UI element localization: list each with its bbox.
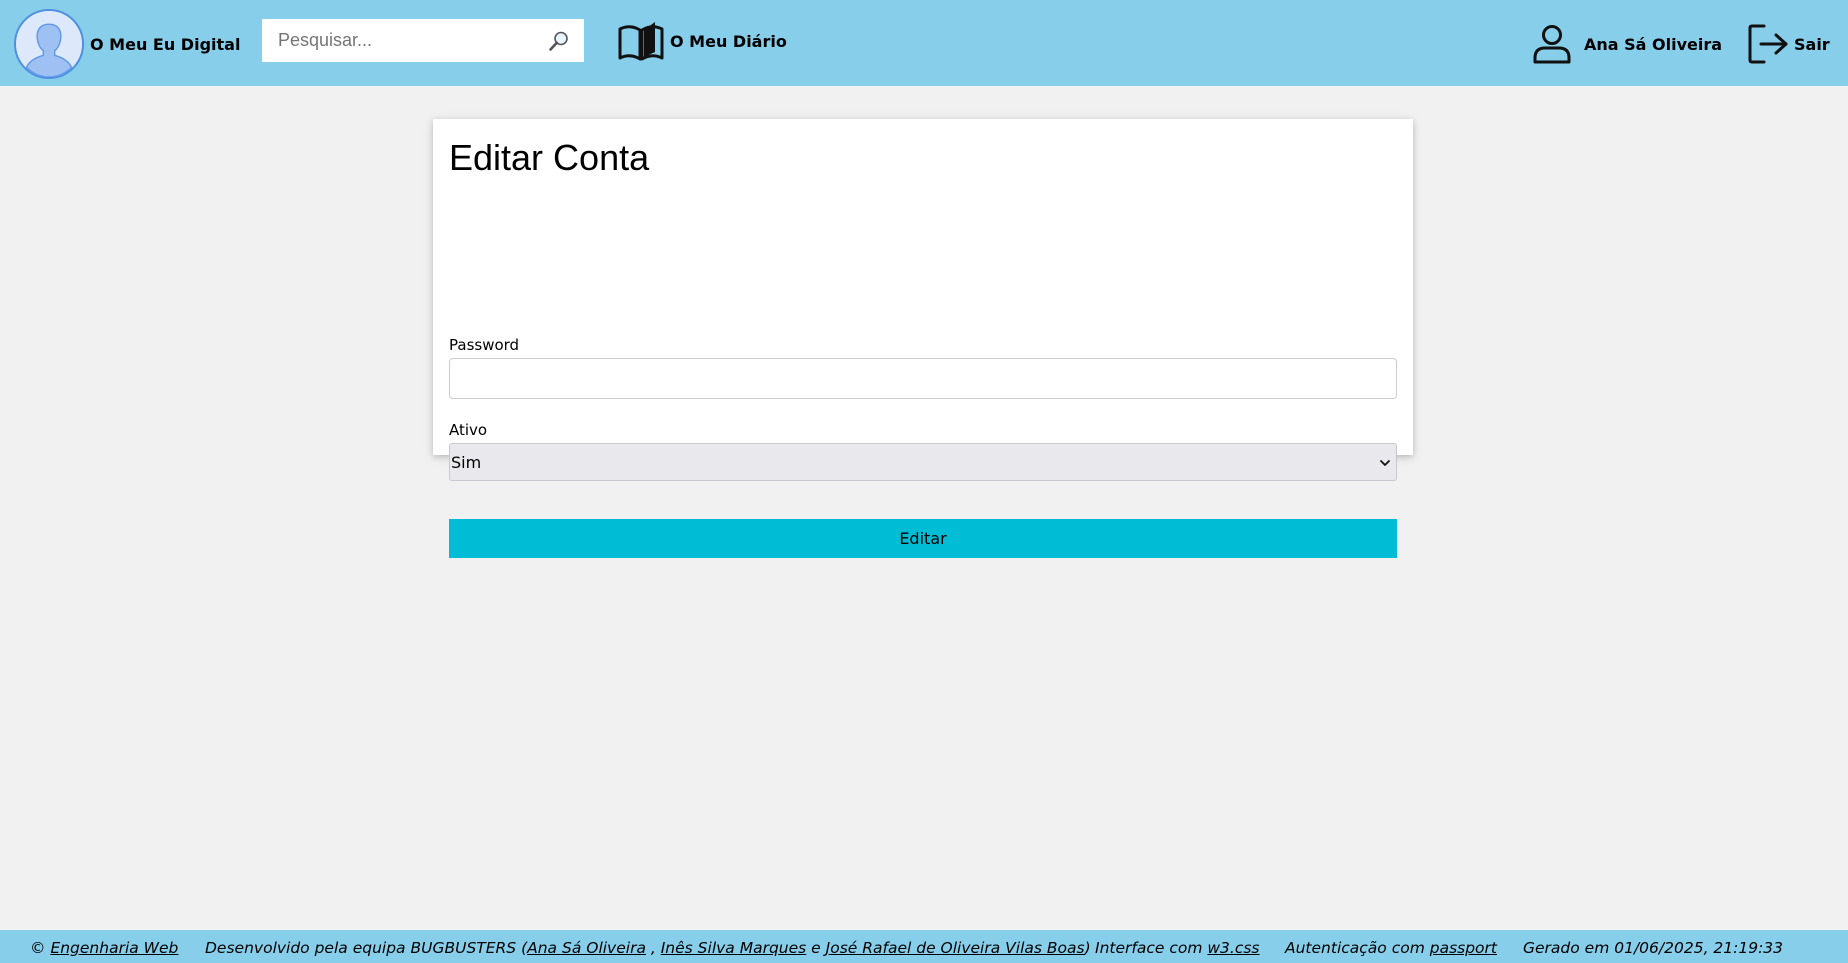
user-name: Ana Sá Oliveira [1584,34,1723,54]
ativo-select[interactable]: Sim [449,443,1397,481]
page-title: Editar Conta [449,137,650,178]
brand-link[interactable]: O Meu Eu Digital [14,9,240,79]
password-label: Password [449,336,520,354]
dev-sep-1: , [645,939,661,957]
copyright-symbol: © [30,939,46,957]
edit-submit-button[interactable]: Editar [449,519,1397,558]
avatar-icon [14,9,84,79]
logout-label: Sair [1794,34,1830,54]
footer-auth: Autenticação com passport [1285,939,1497,957]
search-box [262,19,584,62]
footer-link-member-2[interactable]: Inês Silva Marques [661,939,807,957]
diary-label: O Meu Diário [670,32,787,51]
brand-title: O Meu Eu Digital [90,34,241,54]
search-input[interactable] [262,19,584,62]
ativo-selected-value: Sim [451,453,482,472]
book-icon [617,20,665,63]
footer-link-course[interactable]: Engenharia Web [50,939,178,957]
interface-prefix: Interface com [1095,939,1208,957]
footer-link-member-3[interactable]: José Rafael de Oliveira Vilas Boas [826,939,1085,957]
footer-link-w3css[interactable]: w3.css [1207,939,1259,957]
footer: © Engenharia Web Desenvolvido pela equip… [0,930,1848,963]
logout-button[interactable]: Sair [1746,22,1830,66]
logout-icon [1746,22,1790,66]
footer-link-member-1[interactable]: Ana Sá Oliveira [527,939,646,957]
edit-account-card: Editar Conta Password Ativo Sim Editar [433,119,1413,558]
footer-generated-timestamp: Gerado em 01/06/2025, 21:19:33 [1523,939,1784,957]
auth-prefix: Autenticação com [1285,939,1430,957]
footer-copyright: © Engenharia Web [30,939,178,957]
ativo-label: Ativo [449,421,488,439]
password-input[interactable] [449,358,1397,399]
footer-developers: Desenvolvido pela equipa BUGBUSTERS (Ana… [205,939,1091,957]
user-icon [1532,24,1572,64]
top-navbar: O Meu Eu Digital O Meu Diário A [0,0,1848,86]
dev-suffix: ) [1084,939,1091,957]
diary-link[interactable]: O Meu Diário [617,20,787,63]
search-icon[interactable] [548,30,570,52]
chevron-down-icon [1378,455,1392,469]
dev-prefix: Desenvolvido pela equipa BUGBUSTERS ( [205,939,528,957]
user-profile-link[interactable]: Ana Sá Oliveira [1532,24,1722,64]
dev-sep-2: e [806,939,826,957]
footer-link-passport[interactable]: passport [1430,939,1497,957]
footer-interface: Interface com w3.css [1095,939,1260,957]
